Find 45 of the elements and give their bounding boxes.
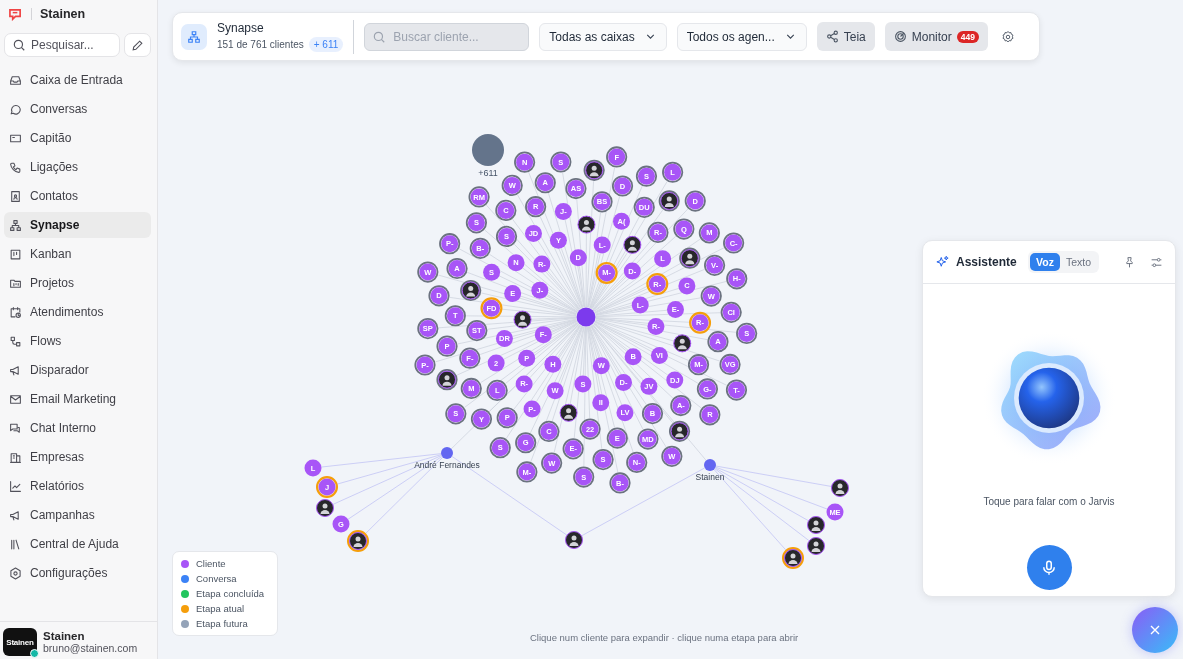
sidebar-item[interactable]: Empresas <box>4 444 151 470</box>
sidebar-item[interactable]: Email Marketing <box>4 386 151 412</box>
filter-dropdown[interactable]: Todos os agen... <box>676 22 807 51</box>
sidebar-item[interactable]: Chat Interno <box>4 415 151 441</box>
sidebar-item[interactable]: Atendimentos <box>4 299 151 325</box>
sidebar-item[interactable]: Flows <box>4 328 151 354</box>
agent-name: Stainen <box>695 472 725 482</box>
sidebar-item[interactable]: Caixa de Entrada <box>4 67 151 93</box>
voice-prompt: Toque para falar com o Jarvis <box>983 496 1115 507</box>
legend-label: Etapa concluída <box>196 588 265 599</box>
client-search-field[interactable]: Buscar cliente... <box>364 22 530 51</box>
agent-name: André Fernandes <box>414 460 480 470</box>
sidebar-item[interactable]: Relatórios <box>4 473 151 499</box>
sidebar-item[interactable]: Contatos <box>4 183 151 209</box>
sidebar-item[interactable]: Kanban <box>4 241 151 267</box>
hint-text: Clique num cliente para expandir · clique numa etapa para abrir <box>530 632 799 643</box>
sidebar-item[interactable]: Configurações <box>4 560 151 586</box>
user-name: Stainen <box>43 630 86 642</box>
search-field[interactable]: Pesquisar... <box>4 33 120 57</box>
sidebar-item[interactable]: Projetos <box>4 270 151 296</box>
page-title: Synapse <box>217 21 265 35</box>
legend-label: Conversa <box>196 573 237 584</box>
group-count: +611 <box>478 168 498 178</box>
monitor-button[interactable]: Monitor 449 <box>884 22 988 51</box>
legend-label: Etapa atual <box>196 603 245 614</box>
sidebar-item[interactable]: Disparador <box>4 357 151 383</box>
legend-label: Etapa futura <box>196 618 248 629</box>
brand-name: Stainen <box>40 7 86 21</box>
sidebar-item[interactable]: Campanhas <box>4 502 151 528</box>
count-badge: + 611 <box>308 37 344 52</box>
sidebar-item[interactable]: Ligações <box>4 154 151 180</box>
filter-dropdown[interactable]: Todas as caixas <box>539 22 667 51</box>
user-email: bruno@stainen.com <box>43 642 138 654</box>
web-view-button[interactable]: Teia <box>816 22 875 51</box>
sidebar-item[interactable]: Conversas <box>4 96 151 122</box>
alert-count-badge: 449 <box>956 30 979 43</box>
client-count: 151 de 761 clientes <box>217 39 304 50</box>
sidebar-item[interactable]: Synapse <box>4 212 151 238</box>
mode-tab[interactable]: Voz <box>1030 253 1060 271</box>
avatar-logo-text: Stainen <box>6 637 34 647</box>
sidebar-item[interactable]: Central de Ajuda <box>4 531 151 557</box>
legend-label: Cliente <box>196 558 226 569</box>
sidebar-item[interactable]: Capitão <box>4 125 151 151</box>
mode-tab[interactable]: Texto <box>1059 253 1097 271</box>
assistant-title: Assistente <box>956 255 1017 269</box>
